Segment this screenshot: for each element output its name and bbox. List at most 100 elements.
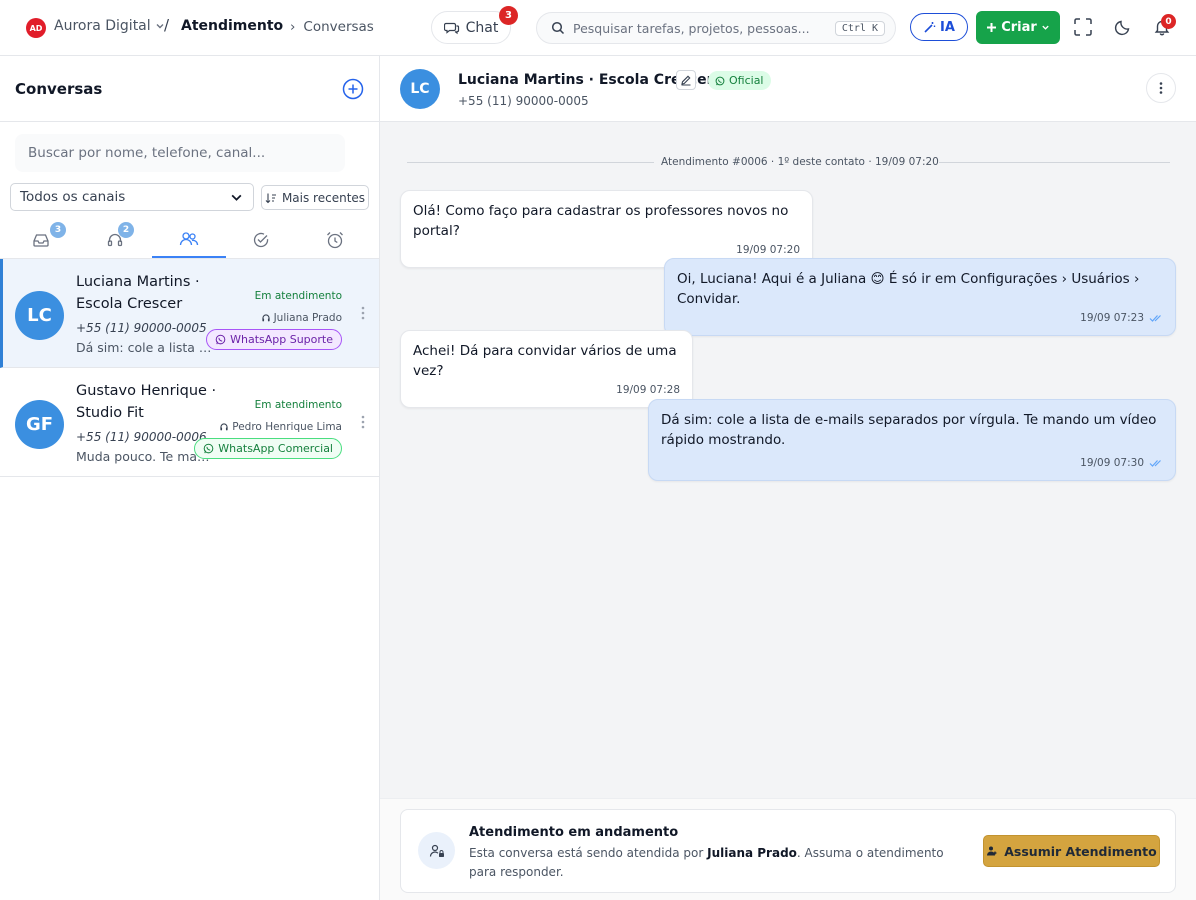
top-bar: AD Aurora Digital / Atendimento › Conver… — [0, 0, 1196, 56]
official-badge-label: Oficial — [729, 74, 764, 87]
chat-footer: Atendimento em andamento Esta conversa e… — [380, 798, 1196, 900]
avatar: LC — [15, 291, 64, 340]
conversation-preview: Dá sim: cole a lista de e-mails separado… — [76, 340, 214, 355]
message-incoming: Achei! Dá para convidar vários de uma ve… — [400, 330, 693, 408]
session-separator: Atendimento #0006 · 1º deste contato · 1… — [661, 156, 939, 168]
more-vertical-icon — [1159, 81, 1163, 95]
status-label: Em atendimento — [254, 290, 342, 302]
tab-resolved[interactable] — [224, 221, 298, 259]
double-check-icon — [1149, 459, 1163, 468]
channel-name: WhatsApp Comercial — [218, 442, 333, 455]
fullscreen-icon[interactable] — [1072, 16, 1094, 38]
service-notice: Atendimento em andamento Esta conversa e… — [400, 809, 1176, 893]
alarm-clock-icon — [325, 230, 345, 250]
channel-filter-select[interactable]: Todos os canais — [10, 183, 254, 211]
whatsapp-icon — [215, 334, 226, 345]
conversation-item[interactable]: LC Luciana Martins · Escola Crescer +55 … — [0, 259, 379, 368]
tab-waiting[interactable] — [298, 221, 372, 259]
magic-wand-icon — [923, 21, 936, 34]
contact-phone: +55 (11) 90000-0005 — [458, 94, 589, 108]
channel-filter-value: Todos os canais — [20, 189, 126, 205]
tab-badge: 2 — [118, 222, 134, 238]
divider — [922, 162, 1170, 163]
take-over-button[interactable]: Assumir Atendimento — [983, 835, 1160, 867]
divider — [0, 121, 380, 122]
conversation-list-panel: Conversas Todos os canais Mais recentes … — [0, 56, 380, 900]
breadcrumb-separator: / — [164, 16, 170, 34]
users-icon — [179, 230, 199, 248]
tab-in-service[interactable]: 2 — [78, 221, 152, 259]
search-icon — [551, 21, 565, 35]
conversation-phone: +55 (11) 90000-0005 — [76, 321, 207, 335]
chat-button-label: Chat — [465, 19, 499, 36]
more-vertical-icon[interactable] — [361, 414, 365, 430]
more-vertical-icon[interactable] — [361, 305, 365, 321]
message-text: Dá sim: cole a lista de e-mails separado… — [661, 412, 1157, 448]
avatar: GF — [15, 400, 64, 449]
chat-bubbles-icon — [443, 20, 460, 36]
channel-badge: WhatsApp Comercial — [194, 438, 342, 459]
tab-team[interactable] — [152, 221, 226, 259]
breadcrumb-section[interactable]: Atendimento — [181, 18, 283, 34]
headset-icon — [219, 422, 229, 432]
moon-icon[interactable] — [1112, 16, 1134, 38]
new-conversation-icon[interactable] — [342, 78, 364, 100]
org-name: Aurora Digital — [54, 18, 151, 34]
message-text: Olá! Como faço para cadastrar os profess… — [413, 203, 789, 239]
create-button[interactable]: Criar — [976, 11, 1060, 44]
conversation-preview: Muda pouco. Te mando o link. — [76, 449, 214, 464]
status-label: Em atendimento — [254, 399, 342, 411]
conversation-name: Luciana Martins · Escola Crescer — [76, 274, 200, 312]
message-time: 19/09 07:23 — [1080, 312, 1144, 324]
chat-header: LC Luciana Martins · Escola Crescer Ofic… — [380, 56, 1196, 122]
tab-inbox[interactable]: 3 — [4, 221, 78, 259]
message-outgoing: Oi, Luciana! Aqui é a Juliana 😊 É só ir … — [664, 258, 1176, 336]
channel-name: WhatsApp Suporte — [230, 333, 333, 346]
whatsapp-icon — [715, 76, 725, 86]
notice-text-pre: Esta conversa está sendo atendida por — [469, 846, 708, 860]
edit-contact-button[interactable] — [676, 70, 696, 90]
conversation-name: Gustavo Henrique · Studio Fit — [76, 383, 217, 421]
divider — [407, 162, 654, 163]
chat-panel: LC Luciana Martins · Escola Crescer Ofic… — [380, 56, 1196, 900]
message-text: Achei! Dá para convidar vários de uma ve… — [413, 343, 677, 379]
conversation-search-input[interactable] — [15, 134, 345, 172]
headset-icon — [261, 313, 271, 323]
chevron-down-icon — [230, 191, 243, 204]
notification-badge: 0 — [1161, 14, 1176, 29]
check-circle-icon — [252, 231, 270, 249]
plus-icon — [986, 22, 997, 33]
pencil-icon — [680, 74, 692, 86]
conversation-phone: +55 (11) 90000-0006 — [76, 430, 207, 444]
ai-button-label: IA — [940, 19, 955, 35]
breadcrumb-page-label: Conversas — [303, 19, 374, 35]
message-time: 19/09 07:30 — [1080, 457, 1144, 469]
notice-text: Esta conversa está sendo atendida por Ju… — [469, 844, 949, 882]
conversation-item[interactable]: GF Gustavo Henrique · Studio Fit +55 (11… — [0, 368, 379, 477]
search-shortcut-hint: Ctrl K — [834, 20, 885, 36]
notice-title: Atendimento em andamento — [469, 825, 679, 840]
message-incoming: Olá! Como faço para cadastrar os profess… — [400, 190, 813, 268]
global-search-input[interactable] — [573, 20, 827, 36]
agent-name: Pedro Henrique Lima — [232, 421, 342, 433]
global-search[interactable]: Ctrl K — [536, 12, 896, 44]
chevron-down-icon — [1041, 23, 1050, 32]
sort-button[interactable]: Mais recentes — [261, 185, 369, 210]
sort-icon — [265, 192, 277, 204]
org-switcher[interactable]: Aurora Digital — [54, 18, 165, 34]
tab-badge: 3 — [50, 222, 66, 238]
ai-button[interactable]: IA — [910, 13, 968, 41]
inbox-icon — [32, 231, 50, 249]
double-check-icon — [1149, 314, 1163, 323]
avatar: LC — [400, 69, 440, 109]
chat-options-button[interactable] — [1146, 73, 1176, 103]
official-badge: Oficial — [708, 71, 771, 90]
breadcrumb-arrow: › — [290, 19, 296, 35]
notice-agent: Juliana Prado — [707, 846, 797, 860]
whatsapp-icon — [203, 443, 214, 454]
conversation-tabs: 3 2 — [0, 221, 380, 259]
create-button-label: Criar — [1001, 20, 1037, 35]
user-lock-icon — [418, 832, 455, 869]
org-logo: AD — [26, 18, 46, 38]
panel-title: Conversas — [15, 80, 103, 98]
